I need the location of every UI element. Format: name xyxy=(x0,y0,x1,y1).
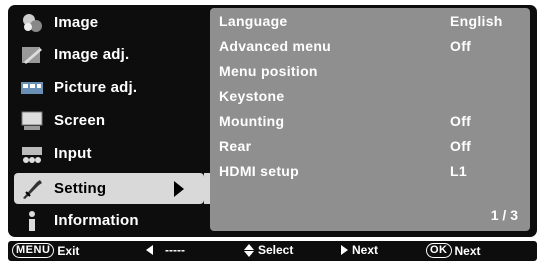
sidebar-item-label: Input xyxy=(54,145,92,162)
settings-panel: Language English Advanced menu Off Menu … xyxy=(210,8,530,231)
sidebar-item-screen[interactable]: Screen xyxy=(14,105,204,136)
setting-icon xyxy=(18,177,46,201)
submenu-arrow-icon xyxy=(174,181,184,197)
setting-value: Off xyxy=(450,138,472,154)
information-icon xyxy=(18,209,46,233)
setting-label: Keystone xyxy=(219,88,285,104)
setting-row-language[interactable]: Language English xyxy=(219,10,519,34)
menu-exit-hint: MENU Exit xyxy=(12,243,79,258)
setting-row-menu-position[interactable]: Menu position xyxy=(219,60,519,84)
picture-adj-icon xyxy=(18,76,46,100)
setting-label: Rear xyxy=(219,138,252,154)
sidebar-item-label: Image xyxy=(54,14,99,31)
setting-value: English xyxy=(450,13,503,29)
ok-key-icon: OK xyxy=(426,243,452,258)
screen-icon xyxy=(18,109,46,133)
exit-label: Exit xyxy=(57,243,80,258)
setting-value: L1 xyxy=(450,163,467,179)
next-label: Next xyxy=(352,243,379,257)
sidebar-item-picture-adj[interactable]: Picture adj. xyxy=(14,72,204,103)
page-indicator: 1 / 3 xyxy=(490,207,518,223)
left-arrow-icon xyxy=(146,245,153,255)
sidebar-item-label: Setting xyxy=(54,180,107,197)
setting-label: HDMI setup xyxy=(219,163,299,179)
setting-row-advanced-menu[interactable]: Advanced menu Off xyxy=(219,35,519,59)
setting-row-rear[interactable]: Rear Off xyxy=(219,135,519,159)
up-down-arrow-icon xyxy=(244,243,254,257)
sidebar-item-label: Picture adj. xyxy=(54,79,138,96)
input-icon xyxy=(18,142,46,166)
sidebar-item-label: Information xyxy=(54,212,139,229)
sidebar-item-setting[interactable]: Setting xyxy=(14,173,204,204)
sidebar-item-label: Screen xyxy=(54,112,106,129)
ok-next-label: Next xyxy=(454,243,481,258)
left-hint: ----- xyxy=(146,243,185,257)
right-arrow-icon xyxy=(341,245,348,255)
setting-label: Language xyxy=(219,13,288,29)
image-icon xyxy=(18,11,46,35)
setting-row-mounting[interactable]: Mounting Off xyxy=(219,110,519,134)
menu-key-icon: MENU xyxy=(12,243,55,258)
left-label: ----- xyxy=(165,243,185,257)
select-hint: Select xyxy=(244,243,293,257)
sidebar-item-image-adj[interactable]: Image adj. xyxy=(14,39,204,70)
image-adj-icon xyxy=(18,43,46,67)
setting-value: Off xyxy=(450,113,472,129)
sidebar-item-label: Image adj. xyxy=(54,46,130,63)
setting-value: Off xyxy=(450,38,472,54)
setting-label: Advanced menu xyxy=(219,38,332,54)
setting-label: Mounting xyxy=(219,113,285,129)
right-next-hint: Next xyxy=(341,243,378,257)
ok-next-hint: OK Next xyxy=(426,243,481,258)
setting-row-hdmi-setup[interactable]: HDMI setup L1 xyxy=(219,160,519,184)
sidebar-item-input[interactable]: Input xyxy=(14,138,204,169)
sidebar: Image Image adj. Picture adj. Screen Inp… xyxy=(14,7,204,235)
sidebar-item-image[interactable]: Image xyxy=(14,7,204,38)
key-guide-bar: MENU Exit ----- Select Next OK Next xyxy=(8,241,537,261)
setting-row-keystone[interactable]: Keystone xyxy=(219,85,519,109)
sidebar-item-information[interactable]: Information xyxy=(14,205,204,236)
select-label: Select xyxy=(258,243,294,257)
setting-label: Menu position xyxy=(219,63,318,79)
